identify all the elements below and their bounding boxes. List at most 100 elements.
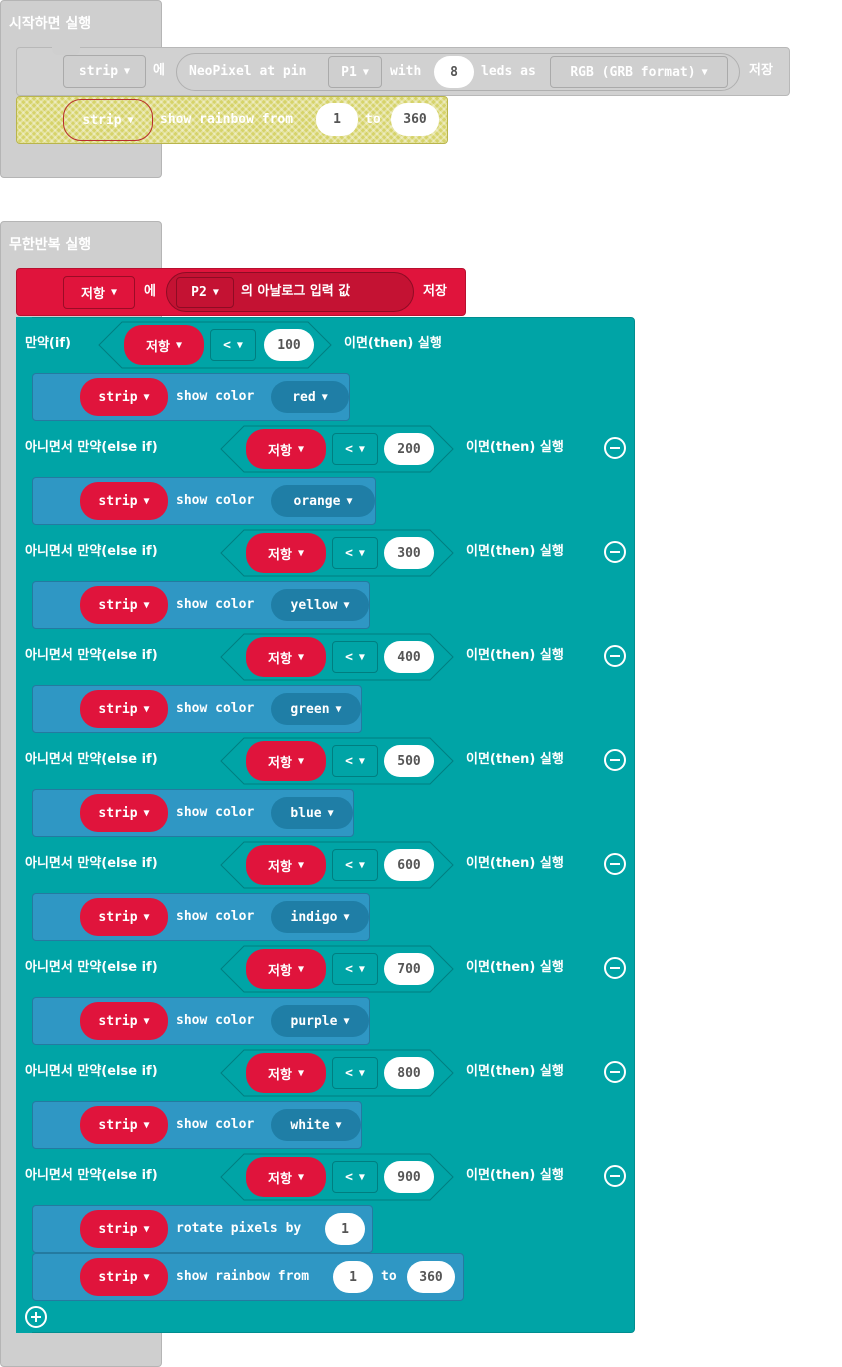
strip-variable-dropdown[interactable]: strip ▼ [80, 586, 168, 624]
color-label: orange [293, 493, 341, 509]
rainbow-to-input[interactable]: 360 [391, 103, 439, 136]
strip-variable-dropdown[interactable]: strip ▼ [63, 55, 146, 88]
strip-variable-dropdown[interactable]: strip ▼ [80, 1106, 168, 1144]
strip-variable-label: strip [98, 1269, 138, 1285]
strip-variable-dropdown[interactable]: strip ▼ [80, 690, 168, 728]
comparison-operator-dropdown[interactable]: < ▼ [332, 849, 378, 881]
color-label: green [290, 701, 330, 717]
comparison-operator-dropdown[interactable]: < ▼ [332, 1057, 378, 1089]
resistance-variable-dropdown[interactable]: 저항 ▼ [246, 429, 326, 469]
remove-branch-icon[interactable] [604, 749, 626, 771]
dropdown-arrow-icon: ▼ [143, 703, 150, 715]
else-if-label: 아니면서 만약(else if) [25, 1064, 158, 1079]
color-label: purple [290, 1013, 338, 1029]
comparison-operator-label: < [345, 1169, 353, 1185]
color-dropdown[interactable]: green ▼ [271, 693, 361, 725]
strip-variable-dropdown[interactable]: strip ▼ [80, 1258, 168, 1296]
comparison-operator-dropdown[interactable]: < ▼ [332, 641, 378, 673]
else-if-label: 아니면서 만약(else if) [25, 544, 158, 559]
pin-label: P2 [191, 285, 207, 300]
threshold-input[interactable]: 500 [384, 745, 434, 777]
color-dropdown[interactable]: white ▼ [271, 1109, 361, 1141]
resistance-variable-dropdown[interactable]: 저항 ▼ [63, 276, 135, 309]
dropdown-arrow-icon: ▼ [358, 1067, 365, 1079]
threshold-input[interactable]: 300 [384, 537, 434, 569]
analog-read-label: 의 아날로그 입력 값 [241, 284, 351, 299]
resistance-variable-dropdown[interactable]: 저항 ▼ [246, 637, 326, 677]
rotate-pixels-label: rotate pixels by [176, 1221, 302, 1236]
format-label: RGB (GRB format) [570, 64, 696, 80]
rainbow-from-input[interactable]: 1 [316, 103, 358, 136]
threshold-input[interactable]: 700 [384, 953, 434, 985]
remove-branch-icon[interactable] [604, 957, 626, 979]
resistance-variable-dropdown[interactable]: 저항 ▼ [246, 741, 326, 781]
then-label: 이면(then) 실행 [466, 752, 564, 767]
rainbow-from-input[interactable]: 1 [333, 1261, 373, 1293]
rotate-amount-input[interactable]: 1 [325, 1213, 365, 1245]
pin-dropdown[interactable]: P2 ▼ [176, 277, 234, 308]
comparison-operator-dropdown[interactable]: < ▼ [332, 537, 378, 569]
strip-variable-dropdown[interactable]: strip ▼ [80, 482, 168, 520]
add-else-if-icon[interactable] [25, 1306, 47, 1328]
threshold-input[interactable]: 400 [384, 641, 434, 673]
resistance-variable-dropdown[interactable]: 저항 ▼ [124, 325, 204, 365]
show-rainbow-label: show rainbow from [160, 112, 294, 127]
leds-as-label: leds as [481, 64, 536, 79]
color-dropdown[interactable]: purple ▼ [271, 1005, 369, 1037]
comparison-operator-dropdown[interactable]: < ▼ [210, 329, 256, 361]
threshold-input[interactable]: 200 [384, 433, 434, 465]
color-dropdown[interactable]: yellow ▼ [271, 589, 369, 621]
then-label: 이면(then) 실행 [466, 1064, 564, 1079]
show-color-label: show color [176, 493, 255, 508]
pin-dropdown[interactable]: P1 ▼ [328, 56, 382, 88]
resistance-variable-dropdown[interactable]: 저항 ▼ [246, 1157, 326, 1197]
resistance-variable-label: 저항 [268, 547, 292, 563]
remove-branch-icon[interactable] [604, 541, 626, 563]
color-dropdown[interactable]: indigo ▼ [271, 901, 369, 933]
strip-variable-dropdown[interactable]: strip ▼ [63, 99, 153, 141]
comparison-operator-label: < [345, 753, 353, 769]
strip-variable-dropdown[interactable]: strip ▼ [80, 898, 168, 936]
show-color-label: show color [176, 805, 255, 820]
resistance-variable-label: 저항 [268, 651, 292, 667]
comparison-operator-dropdown[interactable]: < ▼ [332, 953, 378, 985]
strip-variable-label: strip [98, 1221, 138, 1237]
resistance-variable-dropdown[interactable]: 저항 ▼ [246, 845, 326, 885]
threshold-input[interactable]: 900 [384, 1161, 434, 1193]
threshold-input[interactable]: 100 [264, 329, 314, 361]
threshold-input[interactable]: 800 [384, 1057, 434, 1089]
dropdown-arrow-icon: ▼ [212, 287, 219, 298]
dropdown-arrow-icon: ▼ [127, 114, 134, 126]
remove-branch-icon[interactable] [604, 645, 626, 667]
color-dropdown[interactable]: red ▼ [271, 381, 349, 413]
comparison-operator-label: < [223, 337, 231, 353]
dropdown-arrow-icon: ▼ [358, 859, 365, 871]
remove-branch-icon[interactable] [604, 437, 626, 459]
rainbow-to-input[interactable]: 360 [407, 1261, 455, 1293]
resistance-variable-label: 저항 [268, 443, 292, 459]
dropdown-arrow-icon: ▼ [143, 391, 150, 403]
strip-variable-label: strip [98, 909, 138, 925]
dropdown-arrow-icon: ▼ [346, 495, 353, 507]
dropdown-arrow-icon: ▼ [358, 443, 365, 455]
else-if-label: 아니면서 만약(else if) [25, 752, 158, 767]
comparison-operator-dropdown[interactable]: < ▼ [332, 1161, 378, 1193]
threshold-input[interactable]: 600 [384, 849, 434, 881]
remove-branch-icon[interactable] [604, 1165, 626, 1187]
comparison-operator-dropdown[interactable]: < ▼ [332, 745, 378, 777]
resistance-variable-dropdown[interactable]: 저항 ▼ [246, 949, 326, 989]
leds-count-input[interactable]: 8 [434, 56, 474, 88]
strip-variable-dropdown[interactable]: strip ▼ [80, 794, 168, 832]
color-dropdown[interactable]: blue ▼ [271, 797, 353, 829]
comparison-operator-dropdown[interactable]: < ▼ [332, 433, 378, 465]
strip-variable-dropdown[interactable]: strip ▼ [80, 378, 168, 416]
remove-branch-icon[interactable] [604, 1061, 626, 1083]
strip-variable-dropdown[interactable]: strip ▼ [80, 1210, 168, 1248]
resistance-variable-dropdown[interactable]: 저항 ▼ [246, 533, 326, 573]
dropdown-arrow-icon: ▼ [358, 755, 365, 767]
strip-variable-dropdown[interactable]: strip ▼ [80, 1002, 168, 1040]
remove-branch-icon[interactable] [604, 853, 626, 875]
color-dropdown[interactable]: orange ▼ [271, 485, 375, 517]
resistance-variable-dropdown[interactable]: 저항 ▼ [246, 1053, 326, 1093]
format-dropdown[interactable]: RGB (GRB format) ▼ [550, 56, 728, 88]
